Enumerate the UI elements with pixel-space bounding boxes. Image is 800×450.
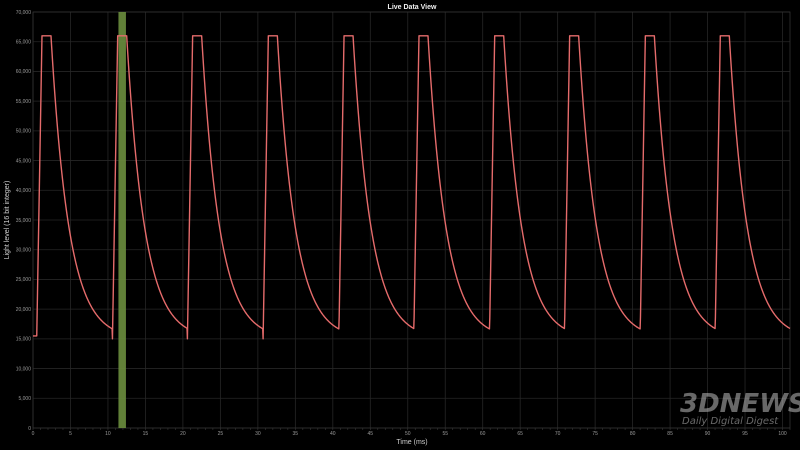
x-tick-label: 100	[778, 431, 787, 437]
x-tick-label: 85	[667, 431, 673, 437]
x-tick-label: 5	[69, 431, 72, 437]
chart-title: Live Data View	[388, 4, 437, 11]
y-tick-label: 20,000	[16, 307, 32, 313]
x-tick-label: 30	[255, 431, 261, 437]
x-tick-label: 45	[367, 431, 373, 437]
live-data-chart: Live Data View 0 5 10 15 20 25 30 35 40 45 50 55 60 6…	[0, 0, 800, 450]
watermark-tagline: Daily Digital Digest	[682, 416, 779, 427]
x-tick-label: 10	[105, 431, 111, 437]
x-tick-label: 50	[405, 431, 411, 437]
y-axis-title: Light level (16 bit integer)	[4, 181, 11, 260]
x-tick-label: 75	[592, 431, 598, 437]
y-tick-label: 25,000	[16, 277, 32, 283]
x-tick-label: 0	[32, 431, 35, 437]
y-tick-label: 70,000	[16, 10, 32, 16]
y-tick-label: 35,000	[16, 218, 32, 224]
x-tick-label: 25	[218, 431, 224, 437]
watermark-logo: 3DNEWS	[680, 389, 800, 419]
x-tick-label: 80	[630, 431, 636, 437]
x-tick-label: 35	[293, 431, 299, 437]
y-tick-label: 65,000	[16, 40, 32, 46]
x-tick-label: 20	[180, 431, 186, 437]
y-tick-label: 55,000	[16, 99, 32, 105]
x-tick-label: 60	[480, 431, 486, 437]
y-tick-label: 50,000	[16, 129, 32, 135]
y-tick-label: 60,000	[16, 69, 32, 75]
x-axis-title: Time (ms)	[396, 439, 427, 446]
x-tick-label: 55	[442, 431, 448, 437]
x-tick-label: 70	[555, 431, 561, 437]
y-tick-label: 30,000	[16, 248, 32, 254]
highlight-band-group	[118, 12, 126, 428]
y-tick-label: 15,000	[16, 337, 32, 343]
x-tick-label: 90	[705, 431, 711, 437]
x-tick-label: 40	[330, 431, 336, 437]
y-tick-label: 5,000	[18, 396, 31, 402]
y-tick-label: 0	[28, 426, 31, 432]
x-tick-label: 15	[143, 431, 149, 437]
y-tick-label: 10,000	[16, 366, 32, 372]
x-tick-label: 65	[517, 431, 523, 437]
highlight-band	[118, 12, 126, 428]
y-tick-label: 45,000	[16, 158, 32, 164]
y-tick-label: 40,000	[16, 188, 32, 194]
x-tick-label: 95	[742, 431, 748, 437]
